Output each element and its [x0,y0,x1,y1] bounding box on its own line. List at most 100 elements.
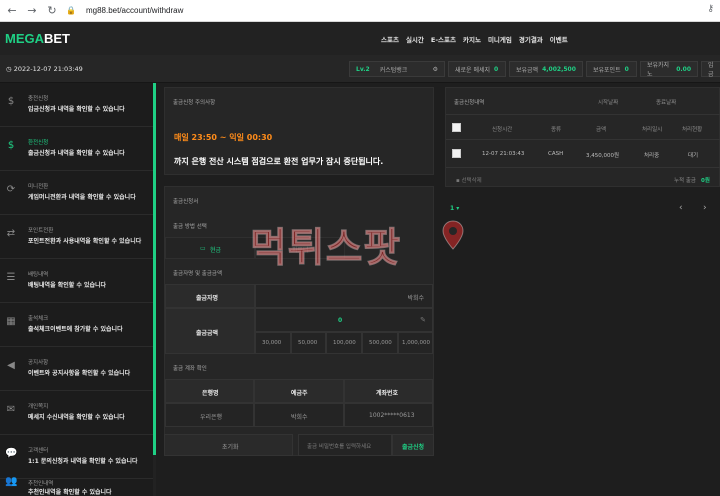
key-icon[interactable]: ⚷ [707,4,714,14]
password-placeholder: 출금 비밀번호를 입력하세요 [307,444,372,450]
deposit-chip[interactable]: 입금 [701,61,720,78]
sidebar-item-desc: 입금신청과 내역을 확인할 수 있습니다 [28,106,125,113]
sidebar-item-bet-history[interactable]: ☰ 배팅내역 배팅내역을 확인할 수 있습니다 [0,259,153,303]
delete-selected-button[interactable]: ▪ 선택삭제 [456,176,482,184]
sidebar-item-messages[interactable]: ✉ 개인쪽지 메세지 수신내역을 확인할 수 있습니다 [0,391,153,435]
bank-value-cell: 우리은행 [165,403,254,427]
holder-value-cell: 박희수 [254,403,344,427]
sidebar-item-point-convert[interactable]: ⇄ 포인트전환 포인트전환과 사용내역을 확인할 수 있습니다 [0,215,153,259]
bank-label: 커스텀뱅크 [379,66,408,74]
sidebar-scrollbar[interactable] [153,83,156,496]
menu-item-events[interactable]: 이벤트 [550,34,568,44]
site-logo[interactable]: MEGABET [5,31,70,46]
password-input[interactable]: 출금 비밀번호를 입력하세요 [298,434,392,456]
notice-time: 매일 23:50 ~ 익일 00:30 [174,133,273,142]
quick-amount-100000[interactable]: 100,000 [326,332,362,354]
method-cash-label: 현금 [210,247,222,254]
level-chip[interactable]: Lv.2 커스텀뱅크 ⚙ [349,61,445,77]
total-value: 0원 [701,178,710,184]
arrow-right-icon[interactable]: → [24,3,40,19]
col-request-time: 신청시간 [492,127,513,133]
map-pin-icon [442,220,464,250]
address-bar[interactable]: mg88.bet/account/withdraw [86,6,183,15]
wallet-icon: ▭ [200,245,206,252]
sidebar-item-desc: 출금신청과 내역을 확인할 수 있습니다 [28,150,125,157]
amount-value: 0 [338,317,343,324]
amount-input[interactable]: 0 ✎ [255,308,433,332]
account-value-cell: 1002*****0613 [344,403,433,427]
main-menu: 스포츠 실시간 E-스포츠 카지노 미니게임 경기결과 이벤트 [381,34,575,44]
method-label: 출금 방법 선택 [173,224,207,230]
sidebar-item-title: 고객센터 [28,448,49,454]
row-checkbox[interactable] [452,149,461,158]
sidebar-item-attendance[interactable]: ▦ 출석체크 출석체크이벤트에 참가할 수 있습니다 [0,303,153,347]
megaphone-icon: ◀ [7,360,15,371]
name-label-cell: 출금자명 [165,284,255,308]
account-value: 1002*****0613 [369,412,415,419]
exchange-icon: ⇄ [6,228,16,239]
reset-label: 초기화 [222,444,239,451]
bank-col-head: 은행명 [165,379,254,403]
holder-col-head: 예금주 [254,379,344,403]
chevron-left-icon[interactable]: ‹ [679,203,683,213]
reload-icon[interactable]: ↻ [44,3,60,19]
lock-icon: 🔒 [66,6,76,15]
menu-item-casino[interactable]: 카지노 [463,34,481,44]
sidebar-item-withdraw[interactable]: $ 환전신청 출금신청과 내역을 확인할 수 있습니다 [0,127,153,171]
menu-item-results[interactable]: 경기결과 [519,34,543,44]
sidebar-item-title: 출석체크 [28,316,49,322]
total-label: 누적 출금 [674,178,696,184]
gear-icon[interactable]: ⚙ [433,66,438,73]
quick-amount-30000[interactable]: 30,000 [255,332,291,354]
amount-label: 출금금액 [196,330,219,337]
sidebar-item-desc: 배팅내역을 확인할 수 있습니다 [28,282,107,289]
eraser-icon[interactable]: ✎ [420,316,426,324]
messages-chip[interactable]: 새로운 메세지 0 [448,61,506,77]
points-label: 보유포인트 [593,66,621,74]
row-amount: 3,450,000원 [586,153,620,159]
menu-item-minigame[interactable]: 미니게임 [488,34,512,44]
quick-amount-500000[interactable]: 500,000 [362,332,398,354]
name-label: 출금자명 [196,295,219,302]
scrollbar-thumb[interactable] [153,83,156,455]
notice-text: 까지 은행 전산 시스템 점검으로 환전 업무가 잠시 중단됩니다. [174,157,384,166]
arrow-left-icon[interactable]: ← [4,3,20,19]
sidebar-item-desc: 1:1 문의신청과 내역을 확인할 수 있습니다 [28,458,138,465]
end-date-label[interactable]: 종료날짜 [656,98,676,106]
reset-button[interactable]: 초기화 [164,434,293,456]
history-table-header: 신청시간 종류 금액 처리일시 처리현황 [446,114,720,140]
page-select[interactable]: 1 ▾ [450,205,459,212]
sidebar-item-notices[interactable]: ◀ 공지사항 이벤트와 공지사항을 확인할 수 있습니다 [0,347,153,391]
row-processed: 처리중 [644,153,660,159]
quick-amount-label: 500,000 [369,340,392,346]
holder-value: 박희수 [291,414,308,421]
submit-withdraw-button[interactable]: 출금신청 [392,434,434,456]
sidebar-item-support[interactable]: 💬 고객센터 1:1 문의신청과 내역을 확인할 수 있습니다 [0,435,153,479]
list-icon: ☰ [6,272,16,283]
start-date-label[interactable]: 시작날짜 [598,98,618,106]
mail-icon: ✉ [6,404,16,415]
quick-amount-50000[interactable]: 50,000 [291,332,326,354]
sidebar-item-mini-convert[interactable]: ⟳ 미니전환 게임머니전환과 내역을 확인할 수 있습니다 [0,171,153,215]
table-row[interactable]: 12-07 21:03:43 CASH 3,450,000원 처리중 대기 [446,140,720,168]
points-value: 0 [624,65,629,73]
sidebar-item-deposit[interactable]: $ 충전신청 입금신청과 내역을 확인할 수 있습니다 [0,83,153,127]
casino-chip: 보유카지노 0.00 [640,61,698,78]
quick-amount-1000000[interactable]: 1,000,000 [398,332,433,354]
row-type: CASH [548,151,564,157]
account-sidebar: $ 충전신청 입금신청과 내역을 확인할 수 있습니다 $ 환전신청 출금신청과… [0,83,156,496]
chevron-right-icon[interactable]: › [703,203,707,213]
sidebar-item-title: 충전신청 [28,96,49,102]
name-field[interactable]: 박희수 [255,284,433,308]
menu-item-esports[interactable]: E-스포츠 [431,34,456,44]
menu-item-live[interactable]: 실시간 [406,34,424,44]
quick-amount-label: 1,000,000 [402,340,430,346]
sidebar-item-referral[interactable]: 👥 추천인내역 추천인내역을 확인할 수 있습니다 [0,476,153,496]
messages-label: 새로운 메세지 [455,66,491,74]
sidebar-item-desc: 출석체크이벤트에 참가할 수 있습니다 [28,326,123,333]
sidebar-item-desc: 게임머니전환과 내역을 확인할 수 있습니다 [28,194,136,201]
col-type: 종류 [551,127,562,133]
menu-item-sports[interactable]: 스포츠 [381,34,399,44]
method-cash-option[interactable]: ▭ 현금 [165,237,255,259]
select-all-checkbox[interactable] [452,123,461,132]
